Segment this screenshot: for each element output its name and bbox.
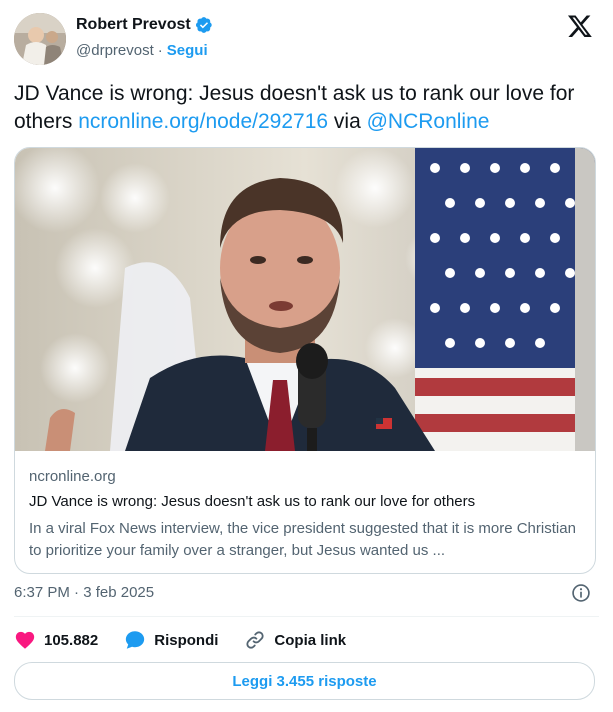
copy-link-button[interactable]: Copia link — [244, 629, 346, 651]
tweet-link[interactable]: ncronline.org/node/292716 — [78, 110, 328, 133]
reply-button[interactable]: Rispondi — [124, 629, 218, 651]
tweet-via: via — [328, 110, 367, 133]
author-handle[interactable]: @drprevost — [76, 42, 154, 59]
like-button[interactable]: 105.882 — [14, 629, 98, 651]
author-name-row: Robert Prevost — [76, 16, 213, 34]
tweet-timestamp[interactable]: 6:37 PM · 3 feb 2025 — [14, 584, 154, 601]
card-description: In a viral Fox News interview, the vice … — [29, 520, 576, 559]
handle-separator: · — [157, 42, 163, 59]
follow-button[interactable]: Segui — [167, 42, 208, 59]
link-preview-card[interactable]: ncronline.org JD Vance is wrong: Jesus d… — [14, 147, 596, 574]
divider — [14, 616, 599, 617]
speech-bubble-icon — [126, 631, 145, 649]
card-image[interactable] — [15, 148, 595, 451]
action-bar: 105.882 Rispondi Copia link — [14, 626, 372, 654]
info-icon[interactable] — [571, 583, 591, 603]
card-domain: ncronline.org — [29, 468, 116, 485]
heart-icon — [15, 631, 35, 649]
copy-link-label: Copia link — [274, 631, 347, 649]
tweet-text: JD Vance is wrong: Jesus doesn't ask us … — [14, 80, 599, 136]
read-replies-button[interactable]: Leggi 3.455 risposte — [14, 662, 595, 700]
tweet-mention[interactable]: @NCRonline — [367, 110, 490, 133]
tweet-embed: Robert Prevost @drprevost · Segui JD Van… — [0, 0, 613, 712]
avatar-photo — [14, 13, 66, 65]
like-count: 105.882 — [44, 631, 99, 649]
link-icon — [246, 631, 264, 649]
author-handle-row: @drprevost · Segui — [76, 42, 208, 59]
card-title: JD Vance is wrong: Jesus doesn't ask us … — [29, 493, 476, 510]
verified-badge-icon — [195, 16, 213, 34]
reply-label: Rispondi — [154, 631, 219, 649]
x-logo-icon[interactable] — [567, 13, 593, 39]
avatar[interactable] — [14, 13, 66, 65]
author-name[interactable]: Robert Prevost — [76, 16, 191, 34]
